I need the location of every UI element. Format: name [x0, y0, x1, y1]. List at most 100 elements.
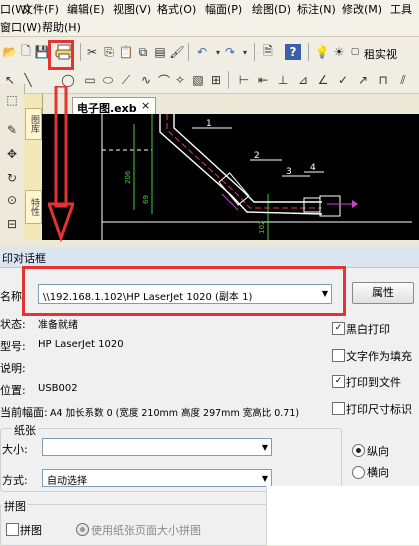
- move-icon[interactable]: ✥: [4, 146, 20, 162]
- drawing-canvas[interactable]: 1 2 3 4 206 69 102: [42, 114, 419, 240]
- chevron-down-icon: ▼: [261, 443, 268, 452]
- callout-label: 1: [206, 119, 212, 129]
- model-value: HP LaserJet 1020: [38, 339, 124, 350]
- cad-drawing: 1 2 3 4 206 69 102: [101, 114, 412, 240]
- menu-bar-row2: 窗口(W) 帮助(H): [0, 18, 419, 37]
- symbol-icon[interactable]: ✧: [172, 72, 188, 88]
- properties-button[interactable]: 属性: [352, 282, 414, 304]
- radio-portrait-label: 纵向: [367, 445, 389, 458]
- menu-file[interactable]: 文件(F): [22, 1, 59, 17]
- radio-portrait[interactable]: [352, 444, 365, 457]
- mirror-icon[interactable]: ⊙: [4, 192, 20, 208]
- radio-dot: [80, 527, 85, 532]
- checkbox-label: 打印到文件: [346, 376, 401, 389]
- comment-label: 说明:: [0, 362, 26, 375]
- status-value: 准备就绪: [38, 320, 78, 331]
- paste-special-icon[interactable]: ▤: [152, 44, 168, 60]
- paper-source-value: 自动选择: [47, 476, 87, 487]
- grid-icon[interactable]: ⊞: [208, 72, 224, 88]
- chevron-down-icon: ▼: [261, 474, 268, 483]
- new-icon[interactable]: 🗋: [18, 44, 34, 60]
- select-icon[interactable]: ⬚: [4, 92, 20, 108]
- tab-library[interactable]: 图库: [25, 108, 42, 140]
- status-label: 状态:: [0, 318, 26, 331]
- rotate-icon[interactable]: ↻: [4, 170, 20, 186]
- menu-tools[interactable]: 工具: [390, 1, 412, 17]
- side-panel-tabs: 图库 特性: [24, 94, 43, 240]
- layer-dropdown-icon[interactable]: ▢: [347, 44, 363, 60]
- checkbox-label: 文字作为填充: [346, 350, 412, 363]
- dimension-label: 206: [124, 170, 132, 184]
- menu-view[interactable]: 视图(V): [113, 1, 151, 17]
- paste-icon[interactable]: 📋: [118, 44, 134, 60]
- ellipse-icon[interactable]: ⬭: [100, 72, 116, 88]
- menu-window-2[interactable]: 窗口(W): [0, 19, 41, 35]
- radio-dot: [356, 448, 361, 453]
- checkbox-label: 黑白打印: [346, 323, 390, 336]
- dimension-label: 69: [142, 195, 150, 204]
- dim-linear-icon[interactable]: ⊢: [236, 72, 252, 88]
- tab-properties[interactable]: 特性: [25, 190, 42, 224]
- callout-label: 2: [254, 151, 260, 161]
- rect-icon[interactable]: ▭: [82, 72, 98, 88]
- cut-icon[interactable]: ✂: [84, 44, 100, 60]
- sun-icon[interactable]: ☀: [331, 44, 347, 60]
- paper-source-select[interactable]: 自动选择 ▼: [42, 469, 272, 487]
- redo-icon[interactable]: ↷: [222, 44, 238, 60]
- checkbox-tile[interactable]: [6, 523, 19, 536]
- text-style-label[interactable]: 租实视: [364, 46, 397, 62]
- help-icon[interactable]: ?: [285, 44, 301, 60]
- radio-landscape[interactable]: [352, 466, 365, 479]
- copy-icon[interactable]: ⎘: [101, 44, 117, 60]
- dim-radius-icon[interactable]: ⊿: [295, 72, 311, 88]
- dim-tol-icon[interactable]: ⫽: [395, 72, 411, 88]
- pencil-icon[interactable]: ✎: [4, 122, 20, 138]
- document-tab[interactable]: 电子图.exb ×: [72, 97, 156, 115]
- hatch-icon[interactable]: ▧: [190, 72, 206, 88]
- dim-check-icon[interactable]: ✓: [335, 72, 351, 88]
- tile-group-title: 拼图: [2, 498, 28, 514]
- current-size-label: 当前幅面:: [0, 406, 48, 419]
- copy-with-base-icon[interactable]: ⧉: [135, 44, 151, 60]
- menu-dimension[interactable]: 标注(N): [297, 1, 336, 17]
- dim-base-icon[interactable]: ⇤: [255, 72, 271, 88]
- dim-weld-icon[interactable]: ⊓: [375, 72, 391, 88]
- menu-draw[interactable]: 绘图(D): [252, 1, 291, 17]
- dim-angle-icon[interactable]: ∠: [315, 72, 331, 88]
- checkbox-print-to-file[interactable]: ✓: [332, 375, 345, 388]
- spline-icon[interactable]: ∿: [138, 72, 154, 88]
- callout-label: 3: [286, 167, 292, 177]
- print-highlight-box: [48, 40, 74, 70]
- dialog-title: 印对话框: [2, 252, 46, 265]
- paper-size-select[interactable]: ▼: [42, 438, 272, 456]
- polyline-icon[interactable]: ⟋: [118, 72, 134, 88]
- left-edit-toolbar: ⬚ ✎ ✥ ↻ ⊙ ⊟: [0, 84, 25, 240]
- menu-sheet[interactable]: 幅面(P): [205, 1, 242, 17]
- close-icon[interactable]: ×: [141, 99, 150, 112]
- undo-icon[interactable]: ↶: [194, 44, 210, 60]
- callout-label: 4: [310, 163, 316, 173]
- redo-dropdown-icon[interactable]: ▾: [237, 44, 253, 60]
- menu-help[interactable]: 帮助(H): [42, 19, 81, 35]
- menu-bar: 口(W) 文件(F) 编辑(E) 视图(V) 格式(O) 幅面(P) 绘图(D)…: [0, 0, 419, 19]
- checkbox-print-size-mark[interactable]: [332, 402, 345, 415]
- menu-format[interactable]: 格式(O): [157, 1, 196, 17]
- location-value: USB002: [38, 383, 78, 394]
- checkbox-tile-label: 拼图: [20, 524, 42, 537]
- menu-modify[interactable]: 修改(M): [342, 1, 382, 17]
- checkbox-bw-print[interactable]: ✓: [332, 322, 345, 335]
- checkbox-label: 打印尺寸标识: [346, 403, 412, 416]
- radio-tile-page-size[interactable]: [76, 523, 89, 536]
- dim-chain-icon[interactable]: ⊥: [275, 72, 291, 88]
- array-icon[interactable]: ⊟: [4, 216, 20, 232]
- preview-pane: [266, 486, 419, 545]
- menu-edit[interactable]: 编辑(E): [67, 1, 105, 17]
- checkbox-text-fill[interactable]: [332, 349, 345, 362]
- document-icon[interactable]: 🗎: [260, 44, 276, 60]
- arc-icon[interactable]: ⌒: [156, 72, 172, 88]
- open-icon[interactable]: 📂: [2, 44, 18, 60]
- dialog-titlebar: 印对话框: [0, 247, 419, 268]
- bulb-icon[interactable]: 💡: [314, 44, 330, 60]
- dim-leader-icon[interactable]: ↗: [355, 72, 371, 88]
- format-brush-icon[interactable]: 🖌: [169, 44, 185, 60]
